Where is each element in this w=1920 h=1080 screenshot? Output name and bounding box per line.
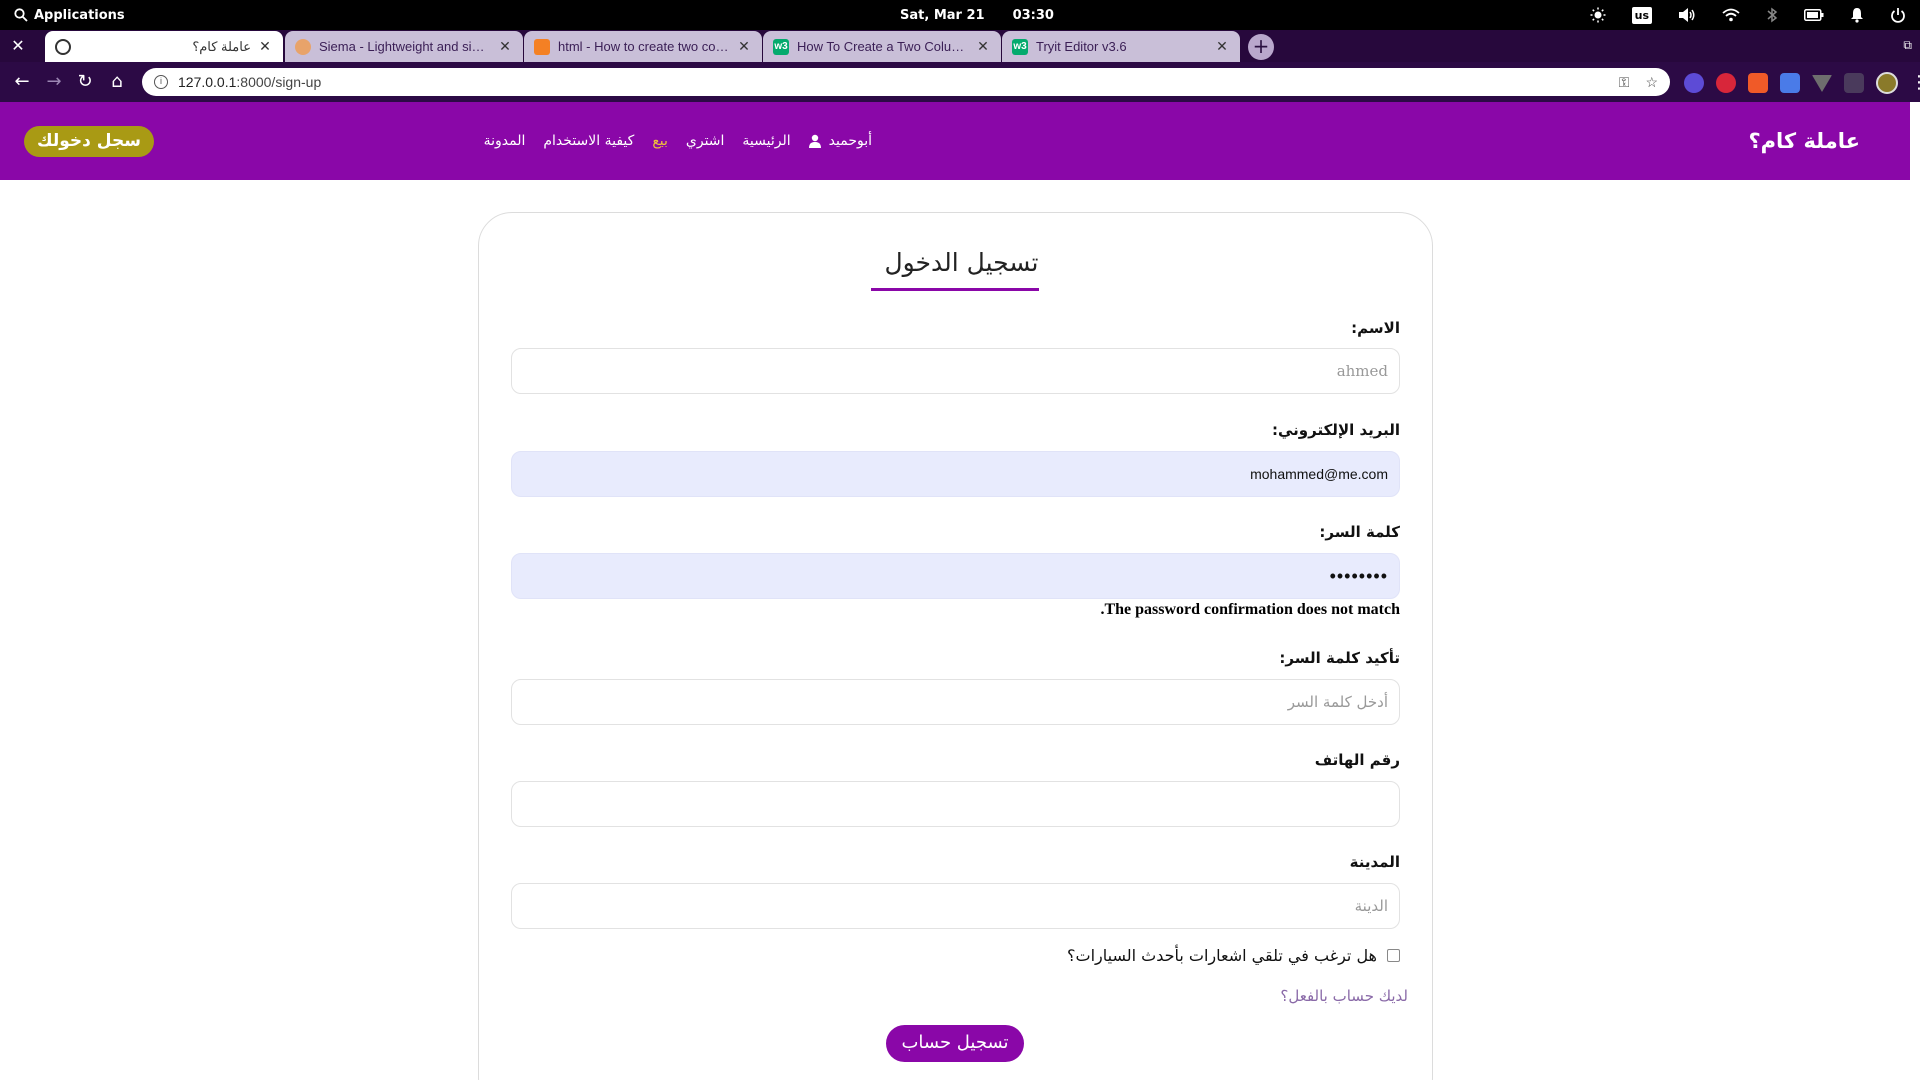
notify-checkbox[interactable] bbox=[1387, 949, 1400, 962]
name-label: الاسم: bbox=[1351, 319, 1400, 337]
close-tab-icon[interactable]: ✕ bbox=[497, 38, 513, 55]
profile-avatar[interactable] bbox=[1876, 72, 1898, 94]
power-icon[interactable] bbox=[1890, 7, 1906, 23]
notify-label: هل ترغب في تلقي اشعارات بأحدث السيارات؟ bbox=[1067, 946, 1377, 965]
extension-icon[interactable] bbox=[1780, 73, 1800, 93]
notify-option[interactable]: هل ترغب في تلقي اشعارات بأحدث السيارات؟ bbox=[1067, 946, 1400, 965]
phone-label: رقم الهاتف bbox=[1314, 751, 1400, 769]
system-tray: us bbox=[1590, 0, 1906, 30]
nav-link-sell[interactable]: بيع bbox=[652, 133, 668, 149]
tab-title: عاملة كام؟ bbox=[192, 38, 251, 54]
new-tab-button[interactable]: + bbox=[1248, 34, 1274, 60]
clock[interactable]: Sat, Mar 21 03:30 bbox=[900, 0, 1054, 30]
keyboard-layout-indicator[interactable]: us bbox=[1631, 6, 1652, 24]
w3schools-icon: w3 bbox=[1012, 38, 1028, 55]
bookmark-star-icon[interactable]: ☆ bbox=[1645, 74, 1658, 91]
tab-title: How To Create a Two Column L bbox=[797, 39, 969, 54]
reload-icon[interactable]: ↻ bbox=[73, 70, 97, 94]
os-top-bar: Applications Sat, Mar 21 03:30 us bbox=[0, 0, 1920, 30]
title-underline bbox=[871, 288, 1039, 291]
main-nav: أبوحميد الرئيسية اشتري بيع كيفية الاستخد… bbox=[484, 102, 872, 180]
site-header: عاملة كام؟ أبوحميد الرئيسية اشتري بيع كي… bbox=[0, 102, 1910, 180]
password-error-message: .The password confirmation does not matc… bbox=[1100, 601, 1400, 618]
site-brand[interactable]: عاملة كام؟ bbox=[1748, 102, 1860, 180]
hand-icon bbox=[295, 38, 311, 55]
brightness-icon[interactable] bbox=[1590, 7, 1606, 23]
user-icon bbox=[808, 134, 821, 148]
name-placeholder: ahmed bbox=[1336, 362, 1388, 380]
tab-search-icon[interactable]: ⧉ bbox=[1903, 38, 1912, 53]
nav-user-name: أبوحميد bbox=[828, 133, 872, 149]
wifi-icon[interactable] bbox=[1722, 8, 1740, 22]
tab-title: Siema - Lightweight and simple bbox=[319, 39, 491, 54]
site-info-icon[interactable]: i bbox=[154, 75, 168, 89]
browser-tab[interactable]: html - How to create two colum ✕ bbox=[524, 31, 762, 62]
battery-icon[interactable] bbox=[1804, 9, 1824, 21]
confirm-password-placeholder: أدخل كلمة السر bbox=[1287, 693, 1388, 711]
globe-icon bbox=[55, 38, 71, 55]
applications-menu[interactable]: Applications bbox=[14, 0, 125, 30]
close-window-icon[interactable]: ✕ bbox=[10, 36, 26, 55]
home-icon[interactable]: ⌂ bbox=[105, 70, 129, 94]
bluetooth-icon[interactable] bbox=[1766, 7, 1778, 23]
nav-link-home[interactable]: الرئيسية bbox=[742, 133, 790, 149]
nav-link-how-to[interactable]: كيفية الاستخدام bbox=[543, 133, 634, 149]
forward-icon[interactable]: → bbox=[42, 70, 66, 94]
browser-tab[interactable]: w3 Tryit Editor v3.6 ✕ bbox=[1002, 31, 1240, 62]
confirm-password-input[interactable]: أدخل كلمة السر bbox=[511, 679, 1400, 725]
browser-tab[interactable]: Siema - Lightweight and simple ✕ bbox=[285, 31, 523, 62]
search-icon bbox=[14, 8, 28, 22]
tab-title: html - How to create two colum bbox=[558, 39, 730, 54]
login-button[interactable]: سجل دخولك bbox=[24, 126, 154, 157]
extension-icon[interactable] bbox=[1748, 73, 1768, 93]
close-tab-icon[interactable]: ✕ bbox=[975, 38, 991, 55]
nav-link-buy[interactable]: اشتري bbox=[686, 133, 725, 149]
password-label: كلمة السر: bbox=[1319, 523, 1400, 541]
extensions-puzzle-icon[interactable] bbox=[1844, 73, 1864, 93]
extension-icon[interactable] bbox=[1716, 73, 1736, 93]
email-value: mohammed@me.com bbox=[1250, 466, 1388, 482]
volume-icon[interactable] bbox=[1678, 7, 1696, 23]
extension-icon[interactable] bbox=[1812, 75, 1832, 92]
address-bar[interactable]: i 127.0.0.1:8000/sign-up ⚿ ☆ bbox=[142, 68, 1670, 96]
confirm-password-label: تأكيد كلمة السر: bbox=[1279, 649, 1400, 667]
stackoverflow-icon bbox=[534, 38, 550, 55]
browser-menu-icon[interactable]: ⋮ bbox=[1910, 73, 1920, 93]
back-icon[interactable]: ← bbox=[10, 70, 34, 94]
browser-tab[interactable]: w3 How To Create a Two Column L ✕ bbox=[763, 31, 1001, 62]
close-tab-icon[interactable]: ✕ bbox=[736, 38, 752, 55]
email-label: البريد الإلكتروني: bbox=[1272, 421, 1400, 439]
email-input[interactable]: mohammed@me.com bbox=[511, 451, 1400, 497]
tab-title: Tryit Editor v3.6 bbox=[1036, 39, 1127, 54]
city-placeholder: الدينة bbox=[1354, 897, 1388, 915]
applications-label: Applications bbox=[34, 7, 125, 23]
browser-tab-strip: عاملة كام؟ ✕ Siema - Lightweight and sim… bbox=[0, 30, 1920, 62]
close-tab-icon[interactable]: ✕ bbox=[257, 38, 273, 55]
have-account-link[interactable]: لديك حساب بالفعل؟ bbox=[1280, 987, 1408, 1005]
w3schools-icon: w3 bbox=[773, 38, 789, 55]
phone-input[interactable] bbox=[511, 781, 1400, 827]
city-input[interactable]: الدينة bbox=[511, 883, 1400, 929]
notification-bell-icon[interactable] bbox=[1850, 7, 1864, 23]
form-title: تسجيل الدخول bbox=[884, 248, 1039, 277]
date-text: Sat, Mar 21 bbox=[900, 7, 985, 23]
time-text: 03:30 bbox=[1012, 7, 1054, 23]
city-label: المدينة bbox=[1349, 853, 1400, 871]
password-input[interactable]: •••••••• bbox=[511, 553, 1400, 599]
browser-tab[interactable]: عاملة كام؟ ✕ bbox=[45, 31, 283, 62]
signup-button[interactable]: تسجيل حساب bbox=[886, 1025, 1024, 1062]
name-input[interactable]: ahmed bbox=[511, 348, 1400, 394]
password-value: •••••••• bbox=[1329, 565, 1388, 586]
browser-toolbar: ← → ↻ ⌂ i 127.0.0.1:8000/sign-up ⚿ ☆ ⋮ bbox=[0, 62, 1920, 102]
url-text: 127.0.0.1:8000/sign-up bbox=[178, 74, 322, 90]
extension-icon[interactable] bbox=[1684, 73, 1704, 93]
key-icon[interactable]: ⚿ bbox=[1619, 74, 1630, 91]
nav-link-blog[interactable]: المدونة bbox=[484, 133, 526, 149]
close-tab-icon[interactable]: ✕ bbox=[1214, 38, 1230, 55]
nav-user[interactable]: أبوحميد bbox=[808, 133, 872, 149]
